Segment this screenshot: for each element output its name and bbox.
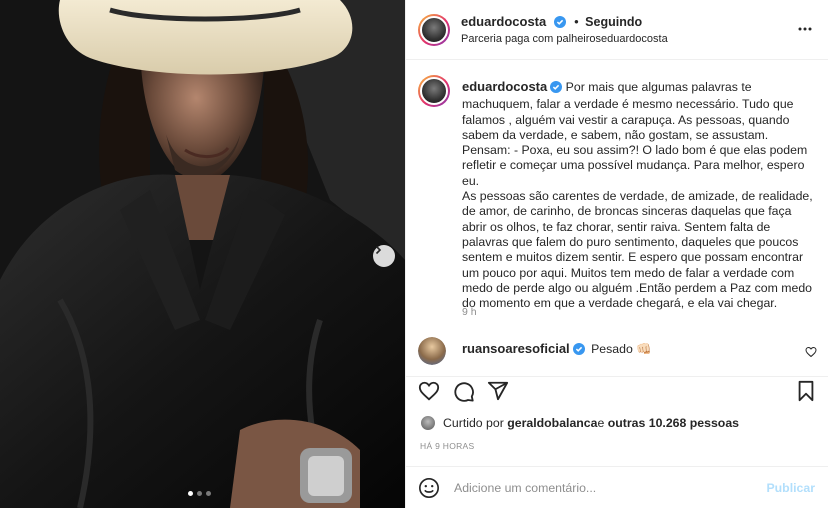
heart-icon (418, 381, 440, 406)
more-options-button[interactable] (797, 21, 813, 42)
author-username[interactable]: eduardocosta (461, 14, 546, 29)
likes-prefix: Curtido por (443, 416, 504, 430)
carousel-indicator (188, 491, 211, 496)
caption-text: eduardocosta Por mais que algumas palavr… (462, 79, 814, 311)
likes-others[interactable]: outras 10.268 pessoas (608, 416, 739, 430)
photo-illustration (0, 0, 405, 508)
follow-state[interactable]: Seguindo (585, 15, 642, 29)
partnership-label: Parceria paga com palheiroseduardocosta (461, 33, 668, 45)
comment-row: ruansoaresoficial Pesado 👊🏻 (406, 335, 828, 375)
carousel-dot (197, 491, 202, 496)
heart-icon (805, 345, 817, 362)
caption-avatar[interactable] (418, 75, 450, 107)
post-photo (0, 0, 405, 508)
liker-username[interactable]: geraldobalanca (507, 416, 597, 430)
carousel-dot (206, 491, 211, 496)
bookmark-icon (796, 380, 816, 406)
commenter-username[interactable]: ruansoaresoficial (462, 341, 570, 356)
comment-input[interactable] (454, 479, 754, 497)
add-comment-bar: Publicar (406, 466, 828, 508)
verified-icon (572, 343, 585, 358)
post-header: eduardocosta • Seguindo Parceria paga co… (406, 0, 828, 60)
author-avatar[interactable] (418, 14, 450, 46)
liker-avatar[interactable] (420, 415, 436, 431)
verified-icon (553, 15, 566, 33)
comment-button[interactable] (453, 380, 475, 407)
comment-text: ruansoaresoficial Pesado 👊🏻 (462, 341, 652, 358)
comment-icon (453, 382, 475, 406)
emoji-button[interactable] (418, 477, 440, 504)
publish-button[interactable]: Publicar (766, 481, 815, 495)
like-comment-button[interactable] (805, 345, 817, 363)
caption-section: eduardocosta Por mais que algumas palavr… (406, 61, 828, 340)
post-timestamp[interactable]: HÁ 9 HORAS (420, 441, 475, 451)
verified-icon (550, 81, 563, 97)
comment-body: Pesado (591, 342, 637, 356)
more-icon (797, 24, 813, 41)
partnership-prefix: Parceria paga com (461, 33, 557, 45)
action-bar (406, 376, 828, 404)
share-icon (487, 381, 509, 406)
emoji-icon (418, 478, 440, 503)
likes-middle: e (597, 416, 605, 430)
author-line: eduardocosta • Seguindo (461, 13, 642, 33)
next-photo-button[interactable] (373, 245, 395, 267)
like-button[interactable] (418, 380, 440, 407)
likes-summary: Curtido por geraldobalanca e outras 10.2… (420, 415, 739, 431)
caption-body: Por mais que algumas palavras te machuqu… (462, 80, 813, 311)
comment-emoji: 👊🏻 (636, 342, 652, 356)
save-button[interactable] (796, 380, 816, 407)
carousel-dot (188, 491, 193, 496)
caption-username[interactable]: eduardocosta (462, 79, 547, 94)
partner-link[interactable]: palheiroseduardocosta (556, 33, 667, 45)
commenter-avatar[interactable] (418, 337, 446, 365)
share-button[interactable] (487, 380, 509, 407)
follow-separator: • (574, 14, 579, 29)
caption-time[interactable]: 9 h (462, 306, 477, 318)
post-panel: eduardocosta • Seguindo Parceria paga co… (405, 0, 828, 508)
